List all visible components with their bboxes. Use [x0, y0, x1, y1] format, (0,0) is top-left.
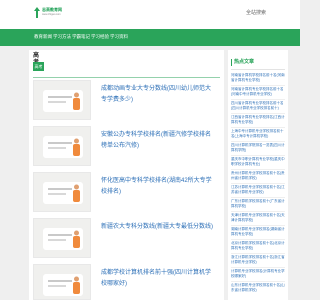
article-thumbnail[interactable]: [33, 264, 91, 300]
thumbnail-line: [48, 193, 66, 195]
sidebar-separator: [231, 127, 285, 128]
article-title[interactable]: 成都学校计算机排名前十强(四川计算机学校哪家好): [101, 268, 216, 290]
thumbnail-line: [48, 285, 66, 287]
article-thumbnail[interactable]: [33, 172, 91, 212]
thumbnail-line: [48, 234, 72, 236]
sidebar-item[interactable]: 河南省计算机学校排名前十名(河南省计算机专业学校): [231, 73, 285, 83]
sidebar-divider: [231, 69, 285, 70]
list-item[interactable]: 成都动画专业大专分数线(四川幼儿师范大专学费多少): [33, 80, 220, 120]
sidebar-item[interactable]: 湖南计算机专业学校排名(湖南省计算机专业学校): [231, 227, 285, 237]
thumbnail-line: [48, 101, 66, 103]
sidebar-separator: [231, 267, 285, 268]
article-list: 高考 高考 成都动画专业大专分数线(四川幼儿师范大专学费多少) 安徽公办专科学校…: [29, 50, 224, 300]
sidebar-separator: [231, 99, 285, 100]
article-thumbnail[interactable]: [33, 218, 91, 258]
top-header: 志高教育网 www.zhigao.com 全站搜索: [0, 0, 300, 29]
thumbnail-line: [48, 96, 72, 98]
article-title[interactable]: 怀化医高中专科学校排名(湖南42所大专学校排名): [101, 176, 216, 198]
article-title[interactable]: 安徽公办专科学校排名(新疆汽修学校排名榜单公布汽修): [101, 130, 216, 152]
sidebar-item[interactable]: 山东计算机专业学校排名前十名(山东省计算机学校): [231, 283, 285, 293]
sidebar-item[interactable]: 四川省计算机专业学校排名前十名(四川计算机专业学校排名前十): [231, 101, 285, 111]
person-icon: [73, 92, 80, 110]
sidebar-separator: [231, 211, 285, 212]
sidebar-separator: [231, 85, 285, 86]
logo-subtitle: www.zhigao.com: [42, 13, 61, 16]
sidebar-item[interactable]: 浙江计算机学校排名前十名(浙江省计算机专业学校): [231, 255, 285, 265]
thumbnail-line: [48, 239, 66, 241]
sidebar-separator: [231, 253, 285, 254]
sidebar-item[interactable]: 江苏计算机专业学校排名前十名(江苏省计算机专业学校): [231, 185, 285, 195]
person-icon: [73, 276, 80, 294]
person-icon: [73, 230, 80, 248]
section-header: 高考 高考: [33, 53, 44, 75]
list-item[interactable]: 新疆农大专科分数线(新疆大专最低分数线): [33, 218, 220, 258]
sidebar-item[interactable]: 计算机专业学校排名(计算机专业学校哪家好): [231, 269, 285, 279]
logo-text: 志高教育网: [42, 7, 62, 12]
sidebar-item[interactable]: 天津计算机专业学校排名前十名(天津计算机学校): [231, 213, 285, 223]
sidebar-item[interactable]: 河南省计算机专业学校排名前十名(河南中专计算机专业学校): [231, 87, 285, 97]
list-item[interactable]: 成都学校计算机排名前十强(四川计算机学校哪家好): [33, 264, 220, 300]
thumbnail-line: [48, 147, 66, 149]
nav-item-materials[interactable]: 学习资料: [110, 34, 128, 40]
sidebar-item[interactable]: 北京计算机学校排名前十名(北京计算机专业学校): [231, 241, 285, 251]
sidebar-separator: [231, 141, 285, 142]
sidebar-separator: [231, 239, 285, 240]
sidebar-separator: [231, 169, 285, 170]
person-icon: [73, 184, 80, 202]
list-item[interactable]: 怀化医高中专科学校排名(湖南42所大专学校排名): [33, 172, 220, 212]
nav-item-notes[interactable]: 学霸笔记: [72, 34, 90, 40]
article-title[interactable]: 新疆农大专科分数线(新疆大专最低分数线): [101, 222, 216, 233]
sidebar-separator: [231, 183, 285, 184]
sidebar-separator: [231, 225, 285, 226]
sidebar-title: 热点文章: [234, 59, 255, 65]
nav-item-news[interactable]: 教育新闻: [34, 34, 52, 40]
nav-item-methods[interactable]: 学习方法: [53, 34, 71, 40]
site-logo[interactable]: 志高教育网 www.zhigao.com: [34, 6, 71, 23]
sidebar-separator: [231, 155, 285, 156]
section-divider: [33, 77, 220, 78]
main-nav: 教育新闻 学习方法 学霸笔记 学习经验 学习资料: [0, 29, 300, 46]
sidebar-accent: [231, 59, 232, 66]
sidebar-item[interactable]: 上海中专计算机专业学校排名前十名(上海中专计算机学校): [231, 129, 285, 139]
sidebar-separator: [231, 113, 285, 114]
list-item[interactable]: 安徽公办专科学校排名(新疆汽修学校排名榜单公布汽修): [33, 126, 220, 166]
sidebar-item[interactable]: 江西省计算机专业学校排名(江西计算机专业学校): [231, 115, 285, 125]
person-icon: [73, 138, 80, 156]
logo-mark-icon: [34, 7, 40, 18]
sidebar-item[interactable]: 广东计算机学校排名前十(广东省计算机学校): [231, 199, 285, 209]
search-link[interactable]: 全站搜索: [246, 10, 266, 16]
sidebar-hot-articles: 热点文章 河南省计算机学校排名前十名(河南省计算机专业学校) 河南省计算机专业学…: [228, 50, 288, 300]
article-title[interactable]: 成都动画专业大专分数线(四川幼儿师范大专学费多少): [101, 84, 216, 106]
sidebar-separator: [231, 281, 285, 282]
section-tag: 高考: [33, 62, 44, 71]
thumbnail-line: [48, 188, 72, 190]
sidebar-separator: [231, 197, 285, 198]
nav-item-experience[interactable]: 学习经验: [91, 34, 109, 40]
sidebar-item[interactable]: 贵州计算机专业学校排名前十名(贵州省计算机学校): [231, 171, 285, 181]
article-thumbnail[interactable]: [33, 126, 91, 166]
thumbnail-line: [48, 142, 72, 144]
sidebar-item[interactable]: 四川计算机学院排名一览表(四川计算机学院): [231, 143, 285, 153]
sidebar-item[interactable]: 重庆市中职计算机专业学校(重庆中职学校计算机专业): [231, 157, 285, 167]
sidebar-header: 热点文章: [231, 58, 285, 68]
article-thumbnail[interactable]: [33, 80, 91, 120]
thumbnail-line: [48, 280, 72, 282]
